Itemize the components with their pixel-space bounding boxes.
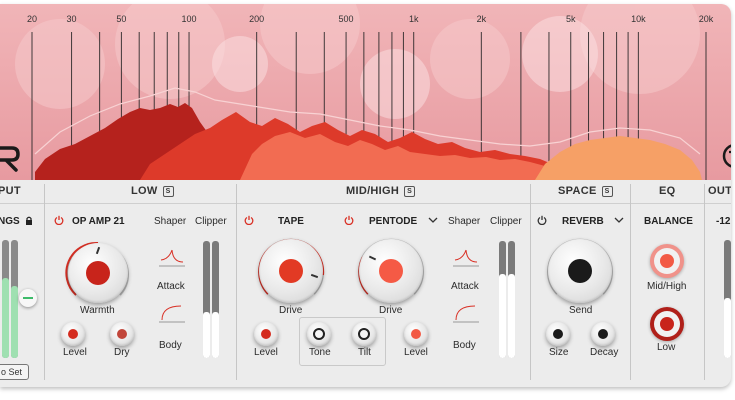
section-low-title: LOW [131,185,158,197]
tone-label: Tone [309,347,331,358]
midhigh-solo-button[interactable]: S [404,186,416,197]
frequency-label: 10k [631,14,646,24]
low-level-label: Level [63,347,87,358]
section-input-title: PUT [0,185,21,197]
input-settings-title: NGS [0,216,20,227]
low-power-icon[interactable] [54,215,64,225]
frequency-label: 1k [409,14,419,24]
frequency-label: 100 [182,14,197,24]
pentode-clipper-slider-left[interactable] [499,241,506,358]
space-solo-button[interactable]: S [601,186,613,197]
frequency-label: 30 [67,14,77,24]
eq-low-knob[interactable] [650,307,684,341]
dry-knob[interactable] [110,322,134,346]
section-midhigh-title: MID/HIGH [346,185,400,197]
pentode-drive-label: Drive [379,305,403,316]
pentode-attack-shape-icon[interactable] [453,246,479,268]
pentode-shaper-label: Shaper [448,216,481,227]
section-eq-title: EQ [659,185,676,197]
pentode-level-label: Level [404,347,428,358]
frequency-label: 200 [249,14,264,24]
spectrum-analyzer: 20 30 50 100 200 500 1k 2k 5k 10k 20k [0,4,731,180]
pentode-power-icon[interactable] [344,215,354,225]
pentode-clipper-label: Clipper [490,216,522,227]
pentode-drive-knob[interactable] [359,239,423,303]
tilt-label: Tilt [358,347,371,358]
section-midhigh-header: MID/HIGH S [346,185,416,197]
pentode-body-label: Body [453,340,476,351]
output-value: -12. [716,216,731,227]
decay-knob[interactable] [591,322,615,346]
size-label: Size [549,347,569,358]
low-attack-shape-icon[interactable] [159,246,185,268]
reverb-power-icon[interactable] [537,215,547,225]
input-gain-handle[interactable] [19,289,37,307]
divider-mid-space [530,184,531,380]
low-clipper-slider-right[interactable] [212,241,219,358]
pentode-chevron-down-icon[interactable] [428,215,438,225]
divider-low-mid [236,184,237,380]
eq-low-label: Low [657,342,676,353]
frequency-label: 5k [566,14,576,24]
eq-midhigh-knob[interactable] [650,244,684,278]
tape-level-label: Level [254,347,278,358]
low-module-name: OP AMP 21 [72,216,125,227]
low-body-shape-icon[interactable] [159,302,185,324]
low-shaper-label: Shaper [154,216,187,227]
frequency-label: 20 [27,14,37,24]
tape-drive-knob[interactable] [259,239,323,303]
eq-balance-title: BALANCE [644,216,693,227]
dry-label: Dry [114,347,130,358]
header-divider [0,203,731,204]
low-solo-button[interactable]: S [162,186,174,197]
section-output-title: OUT [708,185,731,197]
tape-power-icon[interactable] [244,215,254,225]
tape-level-knob[interactable] [254,322,278,346]
low-clipper-label: Clipper [195,216,227,227]
pentode-clipper-slider-right[interactable] [508,241,515,358]
divider-input-low [44,184,45,380]
tone-knob[interactable] [307,322,331,346]
section-low-header: LOW S [131,185,174,197]
low-body-label: Body [159,340,182,351]
input-meter-right [11,240,18,358]
eq-midhigh-label: Mid/High [647,281,687,292]
decay-label: Decay [590,347,619,358]
frequency-label: 2k [477,14,487,24]
section-space-title: SPACE [558,185,597,197]
pentode-module-name: PENTODE [369,216,418,227]
send-label: Send [569,305,593,316]
tape-module-name: TAPE [278,216,304,227]
frequency-label: 20k [699,14,714,24]
divider-eq-output [704,184,705,380]
input-settings-header: NGS [0,216,33,227]
pentode-level-knob[interactable] [404,322,428,346]
frequency-label: 50 [116,14,126,24]
tape-drive-label: Drive [279,305,303,316]
size-knob[interactable] [546,322,570,346]
warmth-label: Warmth [80,305,115,316]
auto-set-button[interactable]: o Set [0,364,30,380]
divider-space-eq [630,184,631,380]
reverb-module-name: REVERB [562,216,604,227]
send-knob[interactable] [548,239,612,303]
input-meter-left [2,240,9,358]
reverb-chevron-down-icon[interactable] [614,215,624,225]
section-space-header: SPACE S [558,185,613,197]
output-meter[interactable] [724,240,731,358]
low-attack-label: Attack [157,281,185,292]
lock-icon[interactable] [25,216,33,225]
pentode-attack-label: Attack [451,281,479,292]
warmth-knob[interactable] [68,243,128,303]
pentode-body-shape-icon[interactable] [453,302,479,324]
plugin-window: 20 30 50 100 200 500 1k 2k 5k 10k 20k PUT LOW S MID… [0,4,731,387]
low-clipper-slider-left[interactable] [203,241,210,358]
frequency-label: 500 [339,14,354,24]
tilt-knob[interactable] [352,322,376,346]
low-level-knob[interactable] [61,322,85,346]
